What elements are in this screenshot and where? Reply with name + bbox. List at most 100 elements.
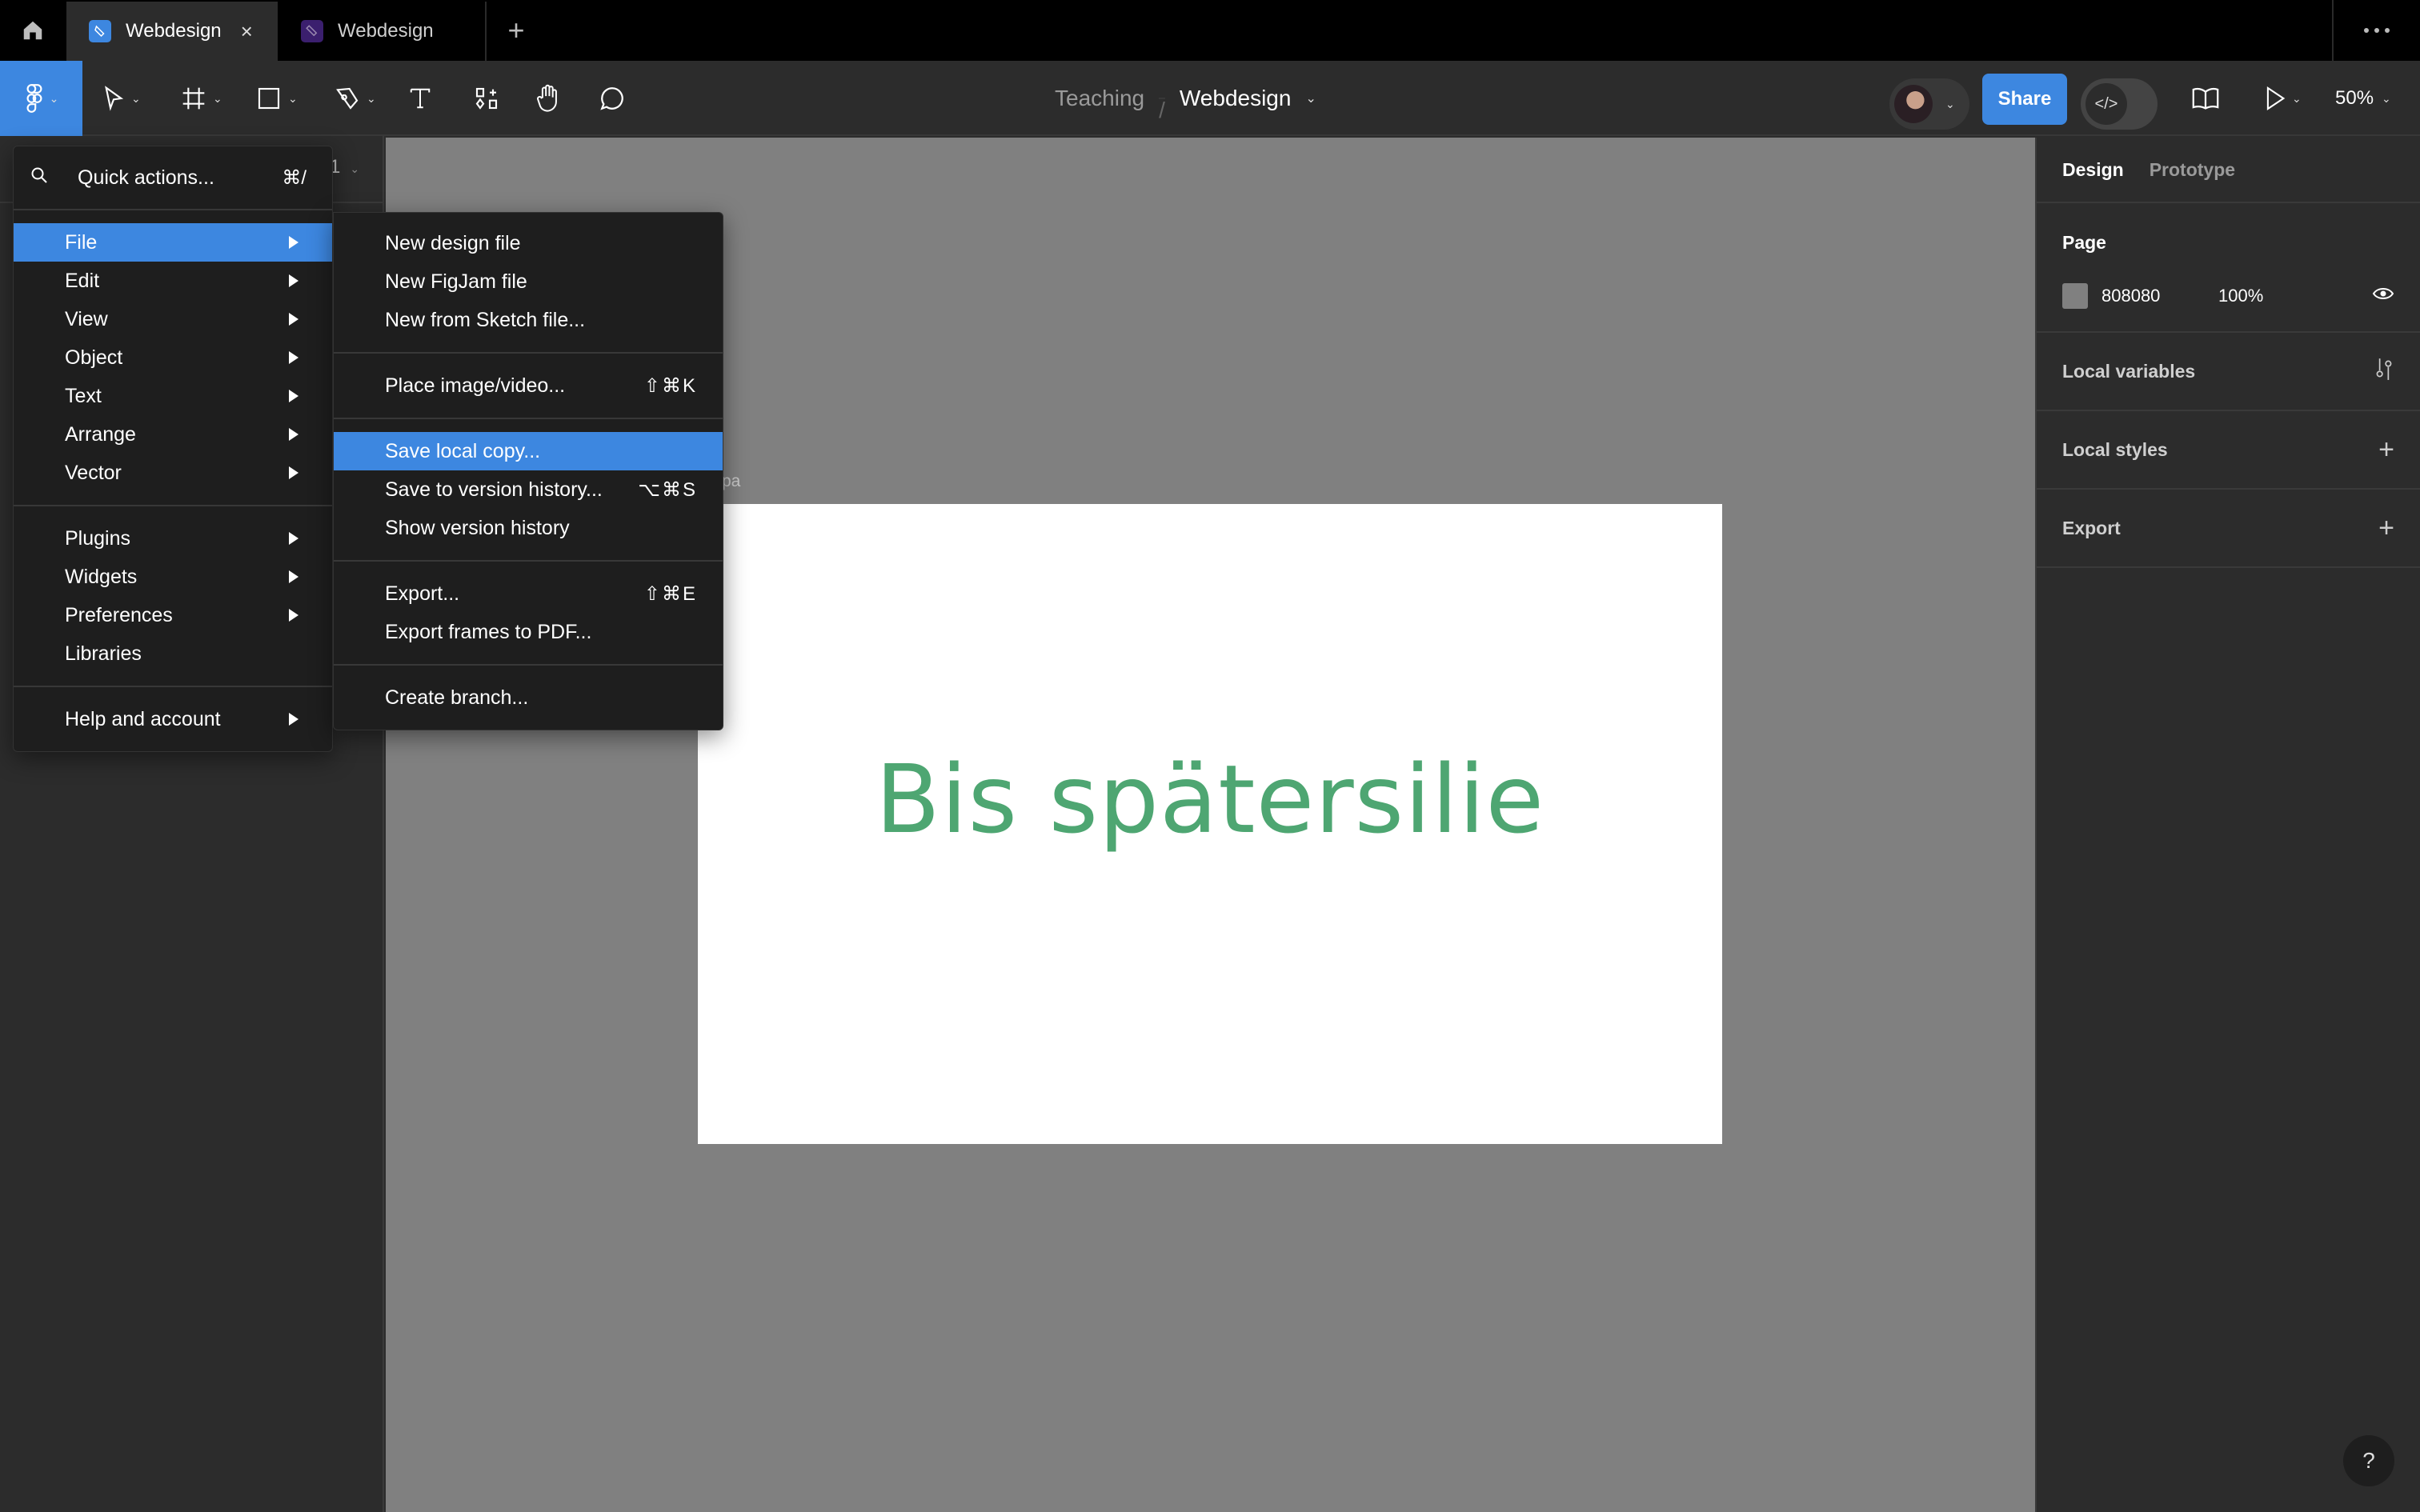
menu-item-label: Preferences — [65, 603, 173, 626]
zoom-level-dropdown[interactable]: 50% ⌄ — [2335, 61, 2391, 136]
hand-tool-button[interactable] — [535, 61, 562, 136]
menu-item-create-branch[interactable]: Create branch... — [334, 678, 723, 717]
comment-tool-button[interactable] — [599, 61, 626, 136]
submenu-arrow-icon — [289, 532, 298, 545]
chevron-down-icon: ⌄ — [350, 162, 360, 175]
export-section[interactable]: Export + — [2037, 490, 2420, 568]
frame-text[interactable]: Bis spätersilie — [698, 744, 1722, 854]
breadcrumb-team[interactable]: Teaching — [1055, 86, 1144, 111]
cursor-icon — [105, 86, 124, 111]
plus-icon[interactable]: + — [2378, 513, 2394, 544]
menu-item-label: Create branch... — [385, 686, 529, 709]
library-button[interactable] — [2191, 61, 2220, 136]
menu-item-new-from-sketch[interactable]: New from Sketch file... — [334, 301, 723, 339]
menu-item-export-frames-to-pdf[interactable]: Export frames to PDF... — [334, 613, 723, 651]
user-avatar-button[interactable]: ⌄ — [1889, 78, 1969, 130]
menu-item-libraries[interactable]: Libraries — [14, 634, 332, 673]
menu-item-save-to-version-history[interactable]: Save to version history... ⌥⌘S — [334, 470, 723, 509]
submenu-arrow-icon — [289, 351, 298, 364]
menu-item-help-and-account[interactable]: Help and account — [14, 700, 332, 738]
menu-item-label: Place image/video... — [385, 374, 566, 397]
toolbar: ⌄ ⌄ ⌄ ⌄ ⌄ Teaching / Webdesign ⌄ ⌄ Share… — [0, 61, 2420, 136]
menu-item-new-design-file[interactable]: New design file — [334, 224, 723, 262]
move-tool-button[interactable]: ⌄ — [102, 61, 141, 136]
menu-item-place-image[interactable]: Place image/video... ⇧⌘K — [334, 366, 723, 405]
menu-item-text[interactable]: Text — [14, 377, 332, 415]
menu-item-label: Export frames to PDF... — [385, 620, 592, 643]
tab-label: Webdesign — [338, 20, 434, 42]
tab-webdesign-active[interactable]: Webdesign × — [66, 2, 278, 61]
chevron-down-icon[interactable]: ⌄ — [213, 92, 222, 106]
menu-item-widgets[interactable]: Widgets — [14, 558, 332, 596]
chevron-down-icon[interactable]: ⌄ — [2292, 92, 2302, 106]
close-tab-icon[interactable]: × — [241, 19, 253, 44]
opacity-input[interactable]: 100% — [2218, 286, 2263, 306]
menu-item-edit[interactable]: Edit — [14, 262, 332, 300]
dot — [2364, 28, 2369, 33]
home-button[interactable] — [0, 0, 66, 61]
quick-actions-item[interactable]: Quick actions... ⌘/ — [14, 146, 332, 210]
frame-label[interactable]: pa — [722, 472, 740, 491]
frame-tool-button[interactable]: ⌄ — [181, 61, 222, 136]
eye-icon[interactable] — [2372, 286, 2394, 306]
pen-icon — [336, 87, 359, 110]
menu-item-label: Help and account — [65, 707, 221, 730]
menu-item-label: Widgets — [65, 565, 138, 588]
menu-item-export[interactable]: Export... ⇧⌘E — [334, 574, 723, 613]
more-options-button[interactable] — [2332, 0, 2420, 61]
submenu-arrow-icon — [289, 236, 298, 249]
shape-tool-button[interactable]: ⌄ — [256, 61, 298, 136]
menu-item-preferences[interactable]: Preferences — [14, 596, 332, 634]
dot — [2385, 28, 2390, 33]
chevron-down-icon: ⌄ — [1945, 97, 1955, 110]
resources-tool-button[interactable] — [474, 61, 499, 136]
dev-mode-toggle[interactable]: </> — [2081, 78, 2158, 130]
variables-icon[interactable] — [2374, 357, 2394, 386]
menu-item-vector[interactable]: Vector — [14, 454, 332, 492]
menu-item-view[interactable]: View — [14, 300, 332, 338]
text-tool-button[interactable] — [408, 61, 432, 136]
menu-item-arrange[interactable]: Arrange — [14, 415, 332, 454]
zoom-level: 50% — [2335, 87, 2374, 109]
color-swatch[interactable] — [2062, 283, 2088, 309]
tab-prototype[interactable]: Prototype — [2150, 159, 2235, 181]
menu-item-show-version-history[interactable]: Show version history — [334, 509, 723, 547]
menu-item-object[interactable]: Object — [14, 338, 332, 377]
menu-item-new-figjam-file[interactable]: New FigJam file — [334, 262, 723, 301]
menu-item-plugins[interactable]: Plugins — [14, 519, 332, 558]
export-label: Export — [2062, 517, 2121, 538]
menu-item-label: File — [65, 230, 98, 254]
breadcrumb-file-name[interactable]: Webdesign — [1180, 86, 1292, 111]
plus-icon[interactable]: + — [2378, 434, 2394, 466]
help-button[interactable]: ? — [2343, 1435, 2394, 1486]
new-tab-button[interactable]: + — [488, 0, 544, 61]
present-button[interactable]: ⌄ — [2265, 61, 2302, 136]
page-background-row: 808080 100% — [2062, 280, 2394, 312]
figma-design-file-icon — [89, 20, 111, 42]
menu-item-file[interactable]: File — [14, 223, 332, 262]
chevron-down-icon[interactable]: ⌄ — [1305, 90, 1316, 106]
pages-dropdown[interactable]: 1 ⌄ — [330, 156, 359, 178]
local-styles-section[interactable]: Local styles + — [2037, 411, 2420, 490]
chevron-down-icon[interactable]: ⌄ — [131, 92, 141, 106]
pen-tool-button[interactable]: ⌄ — [335, 61, 376, 136]
main-menu-button[interactable]: ⌄ — [0, 61, 82, 136]
menu-item-save-local-copy[interactable]: Save local copy... — [334, 432, 723, 470]
menu-item-shortcut: ⇧⌘K — [643, 374, 697, 397]
submenu-arrow-icon — [289, 274, 298, 287]
color-hex-input[interactable]: 808080 — [2101, 286, 2218, 306]
menu-item-label: Save local copy... — [385, 439, 541, 462]
main-menu: Quick actions... ⌘/ File Edit View Objec… — [13, 146, 333, 752]
tab-webdesign-figjam[interactable]: Webdesign — [278, 2, 487, 61]
chevron-down-icon[interactable]: ⌄ — [288, 92, 298, 106]
menu-item-label: View — [65, 307, 108, 330]
menu-item-label: Libraries — [65, 642, 142, 665]
chevron-down-icon[interactable]: ⌄ — [367, 92, 376, 106]
menu-item-label: Vector — [65, 461, 122, 484]
share-button[interactable]: Share — [1982, 74, 2067, 125]
page-section-title: Page — [2062, 232, 2106, 253]
tab-design[interactable]: Design — [2062, 159, 2124, 181]
local-variables-section[interactable]: Local variables — [2037, 333, 2420, 411]
panel-tabs: Design Prototype — [2037, 138, 2420, 203]
frame[interactable]: Bis spätersilie — [698, 504, 1722, 1144]
